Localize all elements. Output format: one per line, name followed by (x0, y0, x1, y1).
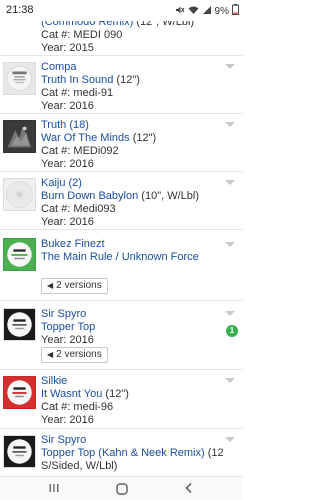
release-title[interactable]: Topper Top (41, 321, 95, 333)
home-icon[interactable] (110, 482, 134, 496)
chevron-left-icon: ◀ (47, 350, 54, 359)
cat-label: Cat #: (41, 145, 71, 157)
chevron-down-icon[interactable] (225, 437, 235, 442)
cat-number: MEDi092 (73, 145, 119, 157)
recent-apps-icon[interactable] (42, 482, 66, 496)
year-label: Year: (41, 158, 67, 170)
year-label: Year: (41, 216, 67, 228)
release-format-cont: S/Sided, W/Lbl) (41, 460, 118, 472)
artist-link[interactable]: Silkie (41, 375, 67, 387)
chevron-down-icon[interactable] (225, 122, 235, 127)
release-format: (10", W/Lbl) (141, 190, 199, 202)
artist-link[interactable]: Bukez Finezt (41, 238, 105, 250)
list-item[interactable]: Silkie It Wasnt You (12") Cat #: medi-96… (0, 369, 243, 427)
cat-label: Cat #: (41, 203, 71, 215)
cat-number: MEDI 090 (73, 29, 123, 41)
status-time: 21:38 (6, 4, 34, 16)
list-item[interactable]: Kaiju (2) Burn Down Babylon (10", W/Lbl)… (0, 171, 243, 228)
year-value: 2016 (69, 216, 94, 228)
cover-thumbnail[interactable] (3, 238, 36, 271)
release-title[interactable]: Burn Down Babylon (41, 190, 138, 202)
artist-link[interactable]: Sir Spyro (41, 308, 86, 320)
year-label: Year: (41, 42, 67, 54)
artist-link[interactable]: Truth (18) (41, 119, 89, 131)
year-value: 2016 (69, 158, 94, 170)
release-title[interactable]: Topper Top (Kahn & Neek Remix) (41, 447, 205, 459)
cat-label: Cat #: (41, 401, 71, 413)
release-format: (12") (116, 74, 140, 86)
release-format: (12") (132, 132, 157, 144)
year-label: Year: (41, 414, 67, 426)
signal-icon (202, 5, 212, 18)
battery-icon (232, 4, 239, 18)
cat-label: Cat #: (41, 29, 71, 41)
notification-badge: 1 (226, 325, 238, 337)
cover-thumbnail[interactable] (3, 120, 36, 153)
chevron-down-icon[interactable] (225, 242, 235, 247)
wifi-icon (188, 5, 199, 18)
system-nav-bar (0, 476, 243, 500)
cat-label: Cat #: (41, 87, 71, 99)
release-title[interactable]: It Wasnt You (41, 388, 102, 400)
release-format: (12", (207, 447, 223, 459)
release-title[interactable]: War Of The Minds (41, 132, 130, 144)
battery-percent: 9% (214, 5, 229, 17)
year-label: Year: (41, 334, 67, 346)
year-label: Year: (41, 100, 67, 112)
year-value: 2016 (69, 414, 94, 426)
year-value: 2015 (69, 42, 94, 54)
year-value: 2016 (69, 100, 94, 112)
status-bar: 21:38 9% (0, 0, 243, 21)
list-item[interactable]: Sir Spyro Topper Top (Kahn & Neek Remix)… (0, 428, 243, 476)
artist-link[interactable]: Sir Spyro (41, 434, 86, 446)
release-format: (12") (105, 388, 129, 400)
mute-icon (175, 5, 185, 18)
cat-number: Medi093 (73, 203, 116, 215)
list-item[interactable]: Compa Truth In Sound (12") Cat #: medi-9… (0, 55, 243, 112)
chevron-down-icon[interactable] (225, 311, 235, 316)
versions-button[interactable]: ◀ 2 versions (41, 278, 108, 294)
cat-number: medi-91 (73, 87, 114, 99)
back-icon[interactable] (177, 482, 201, 496)
chevron-left-icon: ◀ (47, 281, 54, 290)
release-list: (Commodo Remix) (12", W/Lbl) Cat #: MEDI… (0, 0, 243, 500)
year-value: 2016 (69, 334, 94, 346)
chevron-down-icon[interactable] (225, 64, 235, 69)
versions-button[interactable]: ◀ 2 versions (41, 347, 108, 363)
artist-link[interactable]: Compa (41, 61, 76, 73)
artist-link[interactable]: Kaiju (2) (41, 177, 82, 189)
release-title[interactable]: Truth In Sound (41, 74, 113, 86)
list-item[interactable]: Truth (18) War Of The Minds (12") Cat #:… (0, 113, 243, 170)
versions-label: 2 versions (56, 349, 102, 360)
list-item[interactable]: Sir Spyro Topper Top Year: 2016 ◀ 2 versi… (0, 300, 243, 368)
cover-thumbnail[interactable] (3, 435, 36, 468)
cover-thumbnail[interactable] (3, 308, 36, 341)
chevron-down-icon[interactable] (225, 378, 235, 383)
cover-thumbnail[interactable] (3, 62, 36, 95)
cover-thumbnail[interactable] (3, 376, 36, 409)
versions-label: 2 versions (56, 280, 102, 291)
status-icons: 9% (175, 4, 239, 18)
chevron-down-icon[interactable] (225, 180, 235, 185)
list-item[interactable]: Bukez Finezt The Main Rule / Unknown For… (0, 229, 243, 299)
cat-number: medi-96 (73, 401, 114, 413)
release-title[interactable]: The Main Rule / Unknown Force (41, 251, 199, 263)
cover-thumbnail[interactable] (3, 178, 36, 211)
